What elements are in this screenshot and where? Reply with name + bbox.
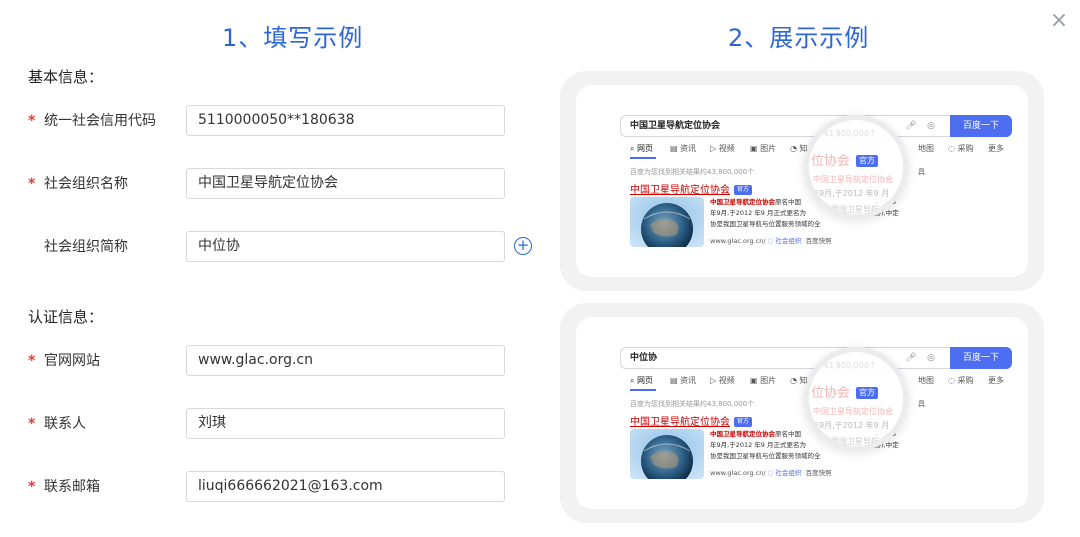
fill-example-title: 1、填写示例	[222, 24, 364, 52]
tab-images: ▣ 图片	[750, 144, 777, 153]
search-button: 百度一下	[950, 115, 1012, 137]
partial-tab-text: 具	[918, 400, 925, 408]
section-auth-info: 认证信息：	[28, 308, 104, 326]
label-org-short-name: 社会组织简称	[44, 239, 128, 255]
microphone-icon: 🎤︎	[905, 353, 917, 363]
add-short-name-icon[interactable]: +	[514, 237, 532, 255]
result-thumbnail	[630, 429, 704, 479]
tab-web: ⌕ 网页	[630, 144, 654, 153]
label-credit-code: * 统一社会信用代码	[28, 105, 156, 137]
org-name-input[interactable]: 中国卫星导航定位协会	[186, 168, 505, 199]
required-mark: *	[28, 353, 36, 369]
tab-purchase: ◌ 采购	[948, 376, 974, 385]
result-url: www.glac.org.cn/ ◌ 社会组织 百度快照	[710, 237, 832, 245]
result-title: 中国卫星导航定位协会 官方	[630, 181, 753, 196]
section-basic-info: 基本信息：	[28, 68, 104, 86]
active-tab-indicator	[630, 157, 656, 159]
required-mark: *	[28, 416, 36, 432]
tab-images: ▣ 图片	[750, 376, 777, 385]
required-mark: *	[28, 113, 36, 129]
preview-card-short-name: 中位协 🎤︎ ◎ 百度一下 ⌕ 网页 ▤ 资讯 ▷ 视频 ▣ 图片 ◔ 知 地图…	[560, 303, 1044, 523]
tab-more: 更多	[988, 376, 1004, 385]
preview-card-full-name: 中国卫星导航定位协会 🎤︎ ◎ 百度一下 ⌕ 网页 ▤ 资讯 ▷ 视频 ▣ 图片…	[560, 71, 1044, 291]
result-title: 中国卫星导航定位协会 官方	[630, 413, 753, 428]
search-result-preview: 中国卫星导航定位协会 🎤︎ ◎ 百度一下 ⌕ 网页 ▤ 资讯 ▷ 视频 ▣ 图片…	[576, 85, 1028, 277]
magnifier-highlight: 43,800,000个 位协会 官方 中国卫星导航定位协会 年9月,于2012 年…	[804, 347, 908, 451]
label-org-name: * 社会组织名称	[28, 168, 128, 200]
tab-news: ▤ 资讯	[670, 144, 697, 153]
required-mark: *	[28, 479, 36, 495]
tab-video: ▷ 视频	[710, 376, 735, 385]
tab-more: 更多	[988, 144, 1004, 153]
contact-person-input[interactable]: 刘琪	[186, 408, 505, 439]
result-count: 百度为您找到相关结果约43,800,000个	[630, 400, 755, 408]
tab-news: ▤ 资讯	[670, 376, 697, 385]
required-mark: *	[28, 176, 36, 192]
tab-map: 地图	[918, 376, 934, 385]
contact-email-input[interactable]: liuqi666662021@163.com	[186, 471, 505, 502]
label-contact-person: * 联系人	[28, 408, 86, 440]
official-badge: 官方	[734, 185, 753, 195]
label-contact-email: * 联系邮箱	[28, 471, 100, 503]
active-tab-indicator	[630, 389, 656, 391]
credit-code-input[interactable]: 5110000050**180638	[186, 105, 505, 136]
display-example-title: 2、展示示例	[728, 24, 870, 52]
tab-web: ⌕ 网页	[630, 376, 654, 385]
tab-map: 地图	[918, 144, 934, 153]
search-result-preview: 中位协 🎤︎ ◎ 百度一下 ⌕ 网页 ▤ 资讯 ▷ 视频 ▣ 图片 ◔ 知 地图…	[576, 317, 1028, 509]
partial-tab-text: 具	[918, 168, 925, 176]
tab-purchase: ◌ 采购	[948, 144, 974, 153]
camera-icon: ◎	[927, 353, 935, 363]
result-url: www.glac.org.cn/ ◌ 社会组织 百度快照	[710, 469, 832, 477]
search-query: 中位协	[630, 353, 658, 363]
magnifier-highlight: 43,800,000个 位协会 官方 中国卫星导航定位协会 年9月,于2012 年…	[804, 115, 908, 219]
website-input[interactable]: www.glac.org.cn	[186, 345, 505, 376]
label-website: * 官网网站	[28, 345, 100, 377]
org-short-name-input[interactable]: 中位协	[186, 231, 505, 262]
search-query: 中国卫星导航定位协会	[630, 121, 721, 131]
result-count: 百度为您找到相关结果约43,800,000个	[630, 168, 755, 176]
camera-icon: ◎	[927, 121, 935, 131]
official-badge: 官方	[734, 417, 753, 427]
result-thumbnail	[630, 197, 704, 247]
close-icon[interactable]: ×	[1046, 8, 1072, 34]
search-button: 百度一下	[950, 347, 1012, 369]
microphone-icon: 🎤︎	[905, 121, 917, 131]
tab-video: ▷ 视频	[710, 144, 735, 153]
